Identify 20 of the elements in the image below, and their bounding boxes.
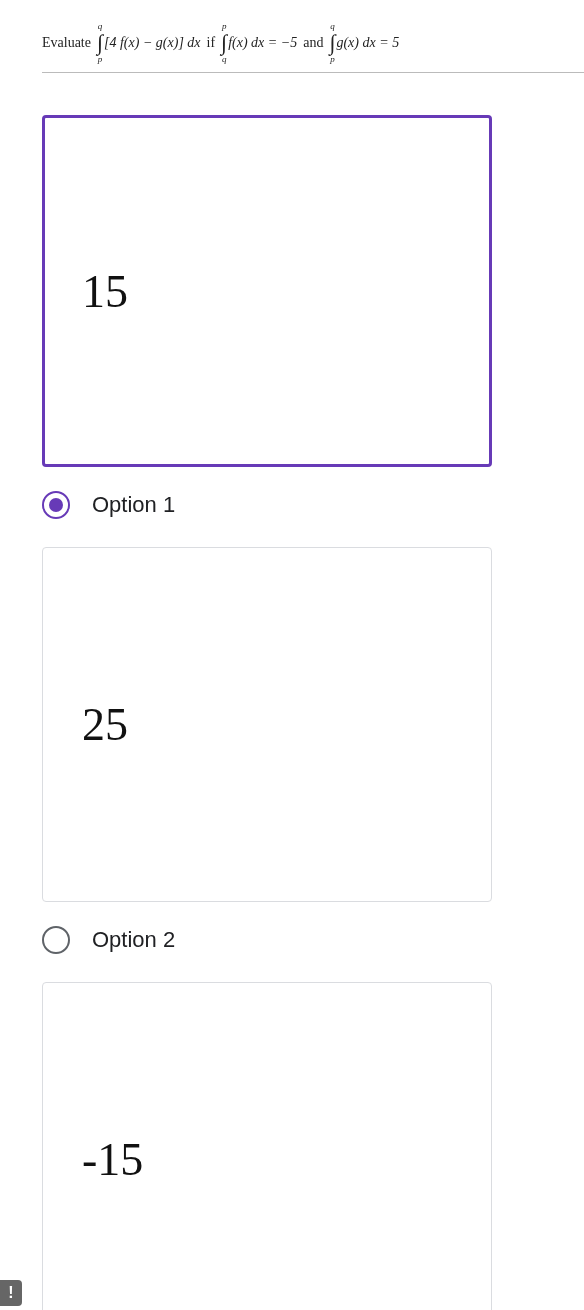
radio-button[interactable] <box>42 926 70 954</box>
integrand: g(x) dx = 5 <box>336 35 400 50</box>
answer-text: -15 <box>82 1133 144 1186</box>
answer-text: 15 <box>82 264 128 318</box>
option-label: Option 2 <box>92 927 176 953</box>
question-word: and <box>303 35 324 51</box>
integral-sign: p ∫ q <box>221 22 228 64</box>
question-word: Evaluate <box>42 35 91 51</box>
answer-text: 25 <box>82 698 128 751</box>
answer-card[interactable]: 25 <box>42 547 492 902</box>
integrand: f(x) dx = −5 <box>228 35 298 50</box>
integral-sign: q ∫ p <box>329 22 336 64</box>
question-word: if <box>206 35 216 51</box>
answer-card[interactable]: 15 <box>42 115 492 467</box>
option-label: Option 1 <box>92 492 176 518</box>
integral-sign: q ∫ p <box>97 22 103 64</box>
radio-button[interactable] <box>42 491 70 519</box>
integrand: [4 f(x) − g(x)] dx <box>104 35 201 51</box>
answer-card[interactable]: -15 <box>42 982 492 1310</box>
feedback-badge[interactable]: ! <box>0 1280 22 1306</box>
